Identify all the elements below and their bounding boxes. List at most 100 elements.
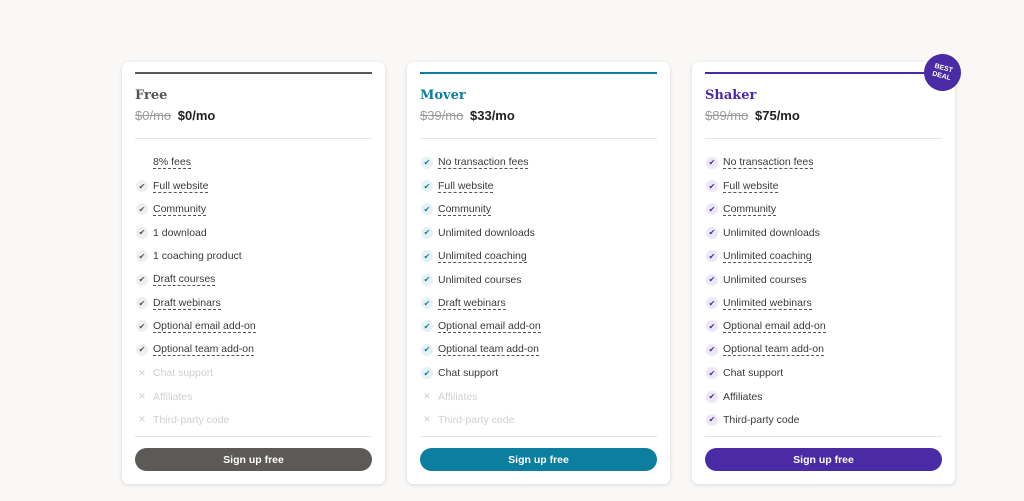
feature-label[interactable]: Optional team add-on [723, 343, 824, 357]
check-icon: ✔ [136, 273, 148, 286]
feature-label[interactable]: Optional team add-on [438, 343, 539, 357]
feature-label: Chat support [153, 367, 214, 380]
check-icon: ✔ [706, 320, 718, 333]
divider [420, 436, 657, 437]
plan-card-shaker: Shaker $89/mo $75/mo ✔ No transaction fee… [692, 62, 955, 484]
feature-label[interactable]: Community [153, 203, 207, 216]
check-icon: ✔ [421, 250, 433, 263]
current-price: $75/mo [755, 108, 800, 123]
feature-item: ✕ Affiliates [135, 385, 372, 408]
feature-label: 1 download [153, 226, 207, 239]
check-icon: ✔ [706, 343, 718, 356]
feature-label: Chat support [438, 367, 499, 380]
plan-accent-line [135, 72, 372, 74]
feature-label: Affiliates [438, 390, 478, 403]
divider [135, 436, 372, 437]
feature-item: 8% fees [135, 151, 372, 174]
x-icon: ✕ [423, 391, 431, 402]
plan-name: Mover [420, 88, 466, 103]
price-row: $89/mo $75/mo [705, 108, 942, 124]
feature-label: Unlimited downloads [438, 226, 535, 239]
check-icon: ✔ [706, 367, 718, 380]
sign-up-button-shaker[interactable]: Sign up free [705, 448, 942, 471]
original-price: $89/mo [705, 108, 749, 123]
divider [135, 138, 372, 139]
feature-label[interactable]: Community [438, 203, 492, 216]
check-icon: ✔ [706, 226, 718, 239]
feature-label[interactable]: Unlimited webinars [723, 297, 812, 310]
check-icon: ✔ [421, 320, 433, 333]
feature-list: ✔ No transaction fees ✔ Full website ✔ Commun… [420, 151, 657, 432]
feature-item: ✔ Unlimited webinars [705, 291, 942, 314]
check-icon: ✔ [706, 156, 718, 169]
feature-label[interactable]: Optional team add-on [153, 343, 254, 357]
feature-label: Unlimited downloads [723, 226, 820, 239]
x-icon: ✕ [423, 414, 431, 425]
feature-item: ✔ Affiliates [705, 385, 942, 408]
feature-item: ✕ Affiliates [420, 385, 657, 408]
check-icon: ✔ [136, 203, 148, 216]
check-icon: ✔ [421, 367, 433, 380]
feature-item: ✔ Optional team add-on [135, 338, 372, 361]
plan-card-free: Free $0/mo $0/mo 8% fees ✔ Full website ✔ Co… [122, 62, 385, 484]
check-icon: ✔ [136, 343, 148, 356]
sign-up-button-mover[interactable]: Sign up free [420, 448, 657, 471]
feature-item: ✔ Third-party code [705, 408, 942, 431]
check-icon: ✔ [136, 180, 148, 193]
feature-item: ✔ Unlimited coaching [705, 245, 942, 268]
feature-list: ✔ No transaction fees ✔ Full website ✔ Commun… [705, 151, 942, 432]
feature-label: Chat support [723, 367, 784, 380]
feature-item: ✔ Draft webinars [420, 291, 657, 314]
feature-list: 8% fees ✔ Full website ✔ Community ✔ 1 downloa… [135, 151, 372, 432]
plan-name: Free [135, 88, 168, 103]
feature-label[interactable]: Draft webinars [438, 297, 506, 310]
feature-item: ✔ Community [135, 198, 372, 221]
feature-label: Affiliates [723, 390, 763, 403]
feature-label[interactable]: Draft webinars [153, 297, 221, 310]
feature-item: ✕ Third-party code [420, 408, 657, 431]
feature-item: ✔ 1 coaching product [135, 245, 372, 268]
sign-up-button-free[interactable]: Sign up free [135, 448, 372, 471]
current-price: $33/mo [470, 108, 515, 123]
check-icon: ✔ [706, 273, 718, 286]
feature-item: ✔ Optional email add-on [135, 315, 372, 338]
feature-label[interactable]: Full website [153, 180, 209, 193]
plan-card-mover: Mover $39/mo $33/mo ✔ No transaction fees… [407, 62, 670, 484]
feature-label[interactable]: Full website [723, 180, 779, 193]
feature-label[interactable]: Optional email add-on [438, 320, 541, 333]
feature-label[interactable]: No transaction fees [438, 156, 529, 170]
feature-item: ✔ Chat support [705, 362, 942, 385]
feature-item: ✔ Unlimited courses [420, 268, 657, 291]
original-price: $39/mo [420, 108, 464, 123]
plan-accent-line [705, 72, 942, 74]
feature-item: ✕ Third-party code [135, 408, 372, 431]
feature-item: ✔ Unlimited downloads [705, 221, 942, 244]
feature-label[interactable]: No transaction fees [723, 156, 814, 170]
feature-item: ✔ Unlimited coaching [420, 245, 657, 268]
divider [420, 138, 657, 139]
feature-label[interactable]: Community [723, 203, 777, 216]
feature-label[interactable]: Optional email add-on [153, 320, 256, 333]
check-icon: ✔ [136, 226, 148, 239]
feature-label[interactable]: Draft courses [153, 273, 216, 287]
divider [705, 436, 942, 437]
feature-item: ✔ Full website [135, 174, 372, 197]
price-row: $39/mo $33/mo [420, 108, 657, 124]
check-icon: ✔ [421, 156, 433, 169]
check-icon: ✔ [706, 413, 718, 426]
feature-label[interactable]: Full website [438, 180, 494, 193]
feature-item: ✔ Optional team add-on [420, 338, 657, 361]
check-icon: ✔ [136, 297, 148, 310]
feature-label: Affiliates [153, 390, 193, 403]
x-icon: ✕ [138, 391, 146, 402]
feature-label[interactable]: Optional email add-on [723, 320, 826, 333]
check-icon: ✔ [421, 343, 433, 356]
feature-label[interactable]: Unlimited coaching [438, 250, 527, 263]
feature-label[interactable]: Unlimited coaching [723, 250, 812, 263]
feature-label: Third-party code [438, 413, 515, 426]
feature-label: Third-party code [153, 413, 230, 426]
original-price: $0/mo [135, 108, 172, 123]
plan-accent-line [420, 72, 657, 74]
feature-label[interactable]: 8% fees [153, 156, 191, 170]
feature-label: Third-party code [723, 413, 800, 426]
